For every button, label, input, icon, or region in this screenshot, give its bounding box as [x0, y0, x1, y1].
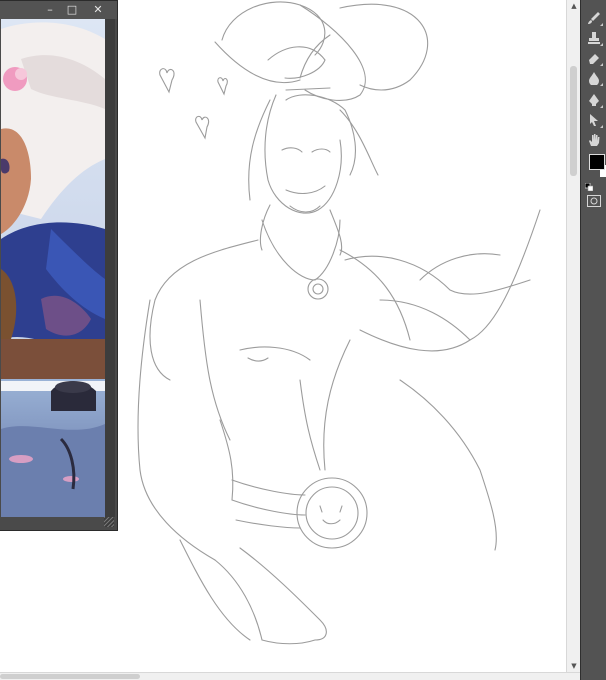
hand-tool-icon[interactable]	[585, 132, 603, 148]
vertical-scroll-thumb[interactable]	[570, 66, 577, 176]
window-titlebar[interactable]: – □ ✕	[0, 1, 117, 19]
brush-tool-icon[interactable]	[585, 10, 603, 26]
canvas-vertical-scrollbar[interactable]: ▲ ▼	[566, 0, 580, 672]
quick-mask-icon[interactable]	[587, 192, 601, 207]
maximize-button[interactable]: □	[63, 3, 81, 17]
close-button[interactable]: ✕	[89, 3, 107, 17]
blur-tool-icon[interactable]	[585, 70, 603, 86]
tools-panel	[580, 0, 606, 680]
minimize-button[interactable]: –	[41, 3, 59, 17]
clone-stamp-icon[interactable]	[585, 30, 603, 46]
reference-image-window[interactable]: – □ ✕	[0, 0, 118, 531]
scroll-down-icon[interactable]: ▼	[570, 662, 578, 670]
path-selection-icon[interactable]	[585, 112, 603, 128]
eraser-icon[interactable]	[585, 50, 603, 66]
pen-tool-icon[interactable]	[585, 92, 603, 108]
swap-colors-icon[interactable]	[584, 176, 594, 192]
horizontal-scroll-thumb[interactable]	[0, 674, 140, 679]
reference-scrollbar[interactable]	[105, 19, 115, 517]
canvas-horizontal-scrollbar[interactable]	[0, 672, 580, 680]
foreground-color-swatch[interactable]	[589, 154, 605, 170]
reference-artwork-image	[1, 19, 105, 517]
resize-grip-icon[interactable]	[104, 517, 114, 527]
scroll-up-icon[interactable]: ▲	[570, 2, 578, 10]
